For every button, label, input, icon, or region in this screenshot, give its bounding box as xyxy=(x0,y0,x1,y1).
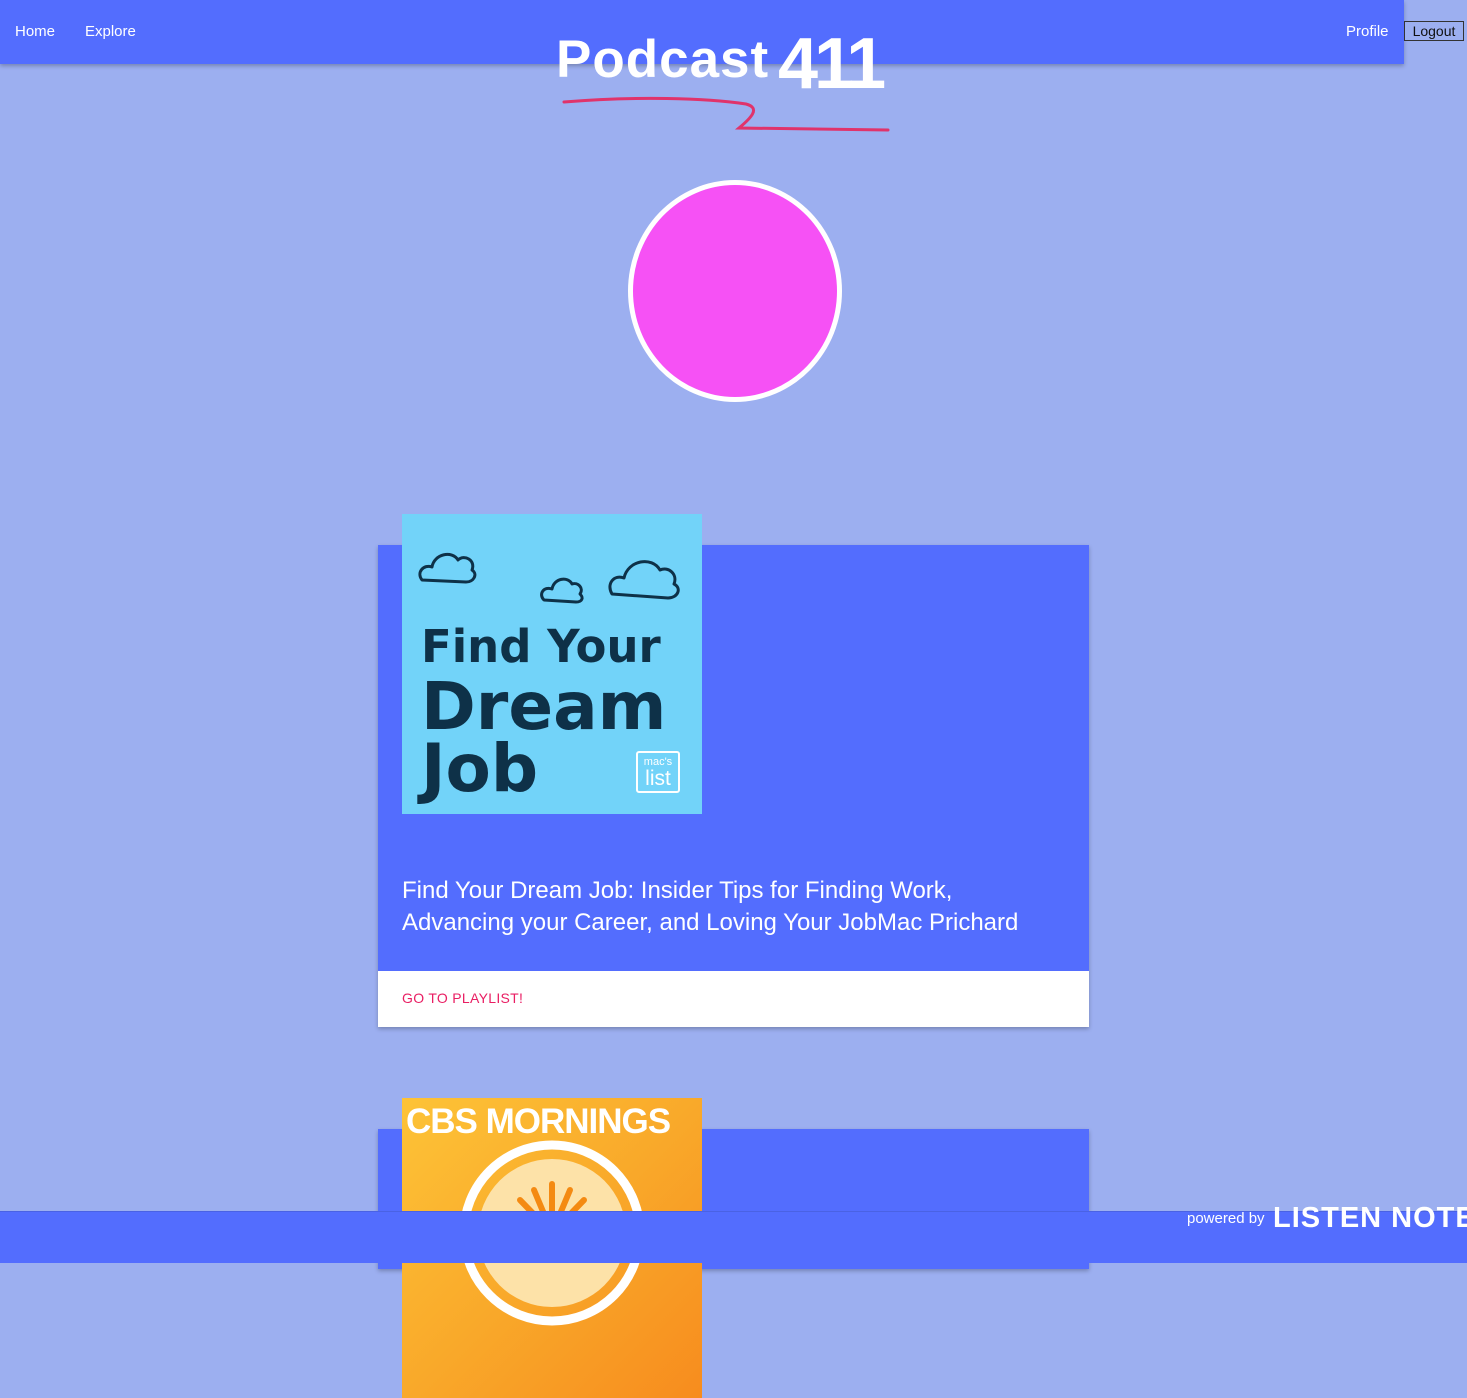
listen-notes-attribution[interactable]: powered by LISTEN NOTES xyxy=(1187,1202,1467,1235)
card-actions: GO TO PLAYLIST! xyxy=(378,971,1089,1027)
powered-by-label: powered by xyxy=(1187,1210,1265,1227)
logout-button[interactable]: Logout xyxy=(1404,21,1464,41)
nav-home-link[interactable]: Home xyxy=(15,23,55,40)
cover-line-3: Job xyxy=(421,730,539,807)
cover-line-1: Find Your xyxy=(421,620,661,673)
logo-squiggle-icon xyxy=(562,96,890,132)
macs-list-logo: mac's list xyxy=(636,751,680,793)
podcast-cover-image[interactable]: Find Your Dream Job mac's list xyxy=(402,514,702,814)
podcast-card: Find Your Dream Job mac's list Find Your… xyxy=(378,514,1089,1027)
logo-word: Podcast xyxy=(556,30,770,89)
logo-number: 411 xyxy=(778,24,886,104)
macs-badge-bottom: list xyxy=(645,767,671,790)
nav-profile-link[interactable]: Profile xyxy=(1346,23,1389,40)
podcast-title: Find Your Dream Job: Insider Tips for Fi… xyxy=(402,877,1019,936)
listen-notes-logo: LISTEN NOTES xyxy=(1273,1202,1467,1234)
podcast411-logo[interactable]: Podcast 411 xyxy=(556,28,896,138)
nav-explore-link[interactable]: Explore xyxy=(85,23,136,40)
profile-avatar xyxy=(628,180,842,402)
go-to-playlist-button[interactable]: GO TO PLAYLIST! xyxy=(402,990,523,1006)
